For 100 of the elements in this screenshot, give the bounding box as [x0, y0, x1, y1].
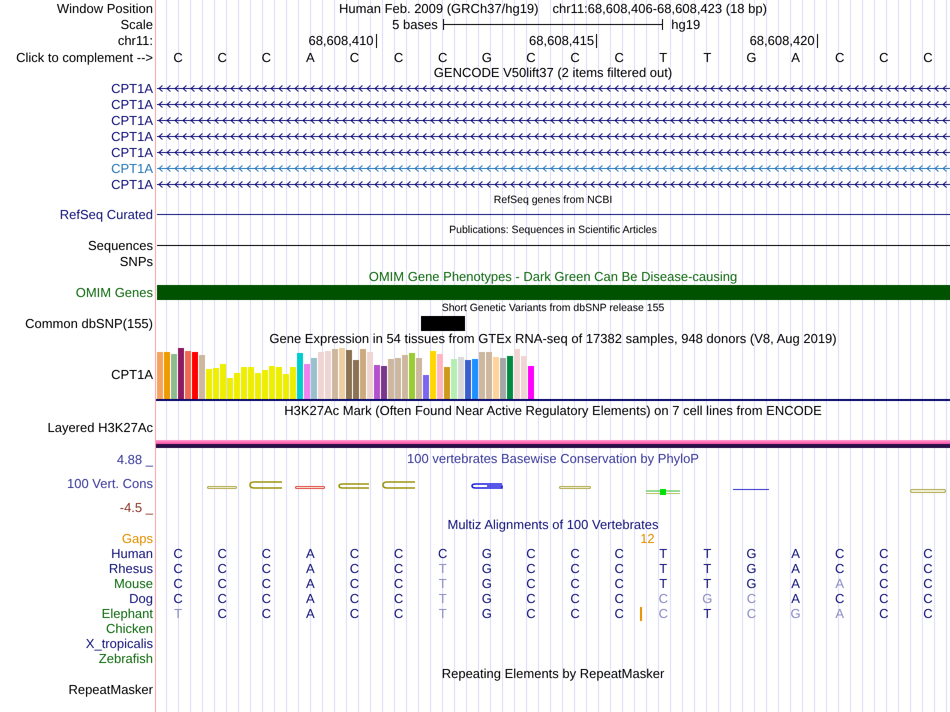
conservation-mark-icon	[338, 483, 370, 489]
track-label[interactable]: SNPs	[120, 254, 153, 268]
aligned-base: A	[306, 546, 315, 561]
aligned-base: A	[835, 606, 844, 621]
track-label[interactable]: Sequences	[88, 238, 153, 253]
species-label: Human	[111, 546, 153, 561]
track-title: 100 vertebrates Basewise Conservation by PhyloP	[407, 452, 699, 466]
base-letter: C	[262, 50, 271, 64]
aligned-base: C	[173, 546, 183, 561]
aligned-base: C	[217, 591, 227, 606]
base-letter: C	[350, 50, 360, 64]
aligned-base: C	[217, 561, 227, 576]
aligned-base: G	[482, 561, 492, 576]
track-label[interactable]: CPT1A	[111, 367, 153, 382]
window-position-label: Window Position	[56, 0, 153, 16]
gene-label[interactable]: CPT1A	[111, 176, 153, 192]
gene-label[interactable]: CPT1A	[111, 144, 153, 160]
aligned-base: C	[350, 546, 360, 561]
base-letter: A	[306, 50, 315, 64]
aligned-base: C	[394, 561, 404, 576]
aligned-base: C	[526, 561, 536, 576]
gap-label: Gaps	[122, 531, 153, 546]
aligned-base: C	[526, 546, 536, 561]
track-title: H3K27Ac Mark (Often Found Near Active Regulatory Elements) on 7 cell lines from ENCODE	[284, 404, 822, 418]
aligned-base: C	[394, 591, 404, 606]
aligned-base: A	[791, 576, 800, 591]
aligned-base: C	[570, 576, 580, 591]
aligned-base: C	[614, 561, 624, 576]
conservation-mark-icon	[470, 483, 503, 489]
track-label[interactable]: Layered H3K27Ac	[47, 420, 153, 435]
aligned-base: T	[438, 576, 447, 591]
aligned-base: T	[438, 591, 447, 606]
base-letter: C	[923, 50, 933, 64]
aligned-base: C	[614, 576, 624, 591]
track-label[interactable]: RepeatMasker	[68, 682, 153, 697]
aligned-base: G	[746, 576, 757, 591]
complement-link[interactable]: Click to complement -->	[16, 50, 153, 64]
axis-max-label: 4.88 _	[116, 452, 153, 467]
conservation-mark-icon	[910, 489, 946, 493]
base-letter: G	[482, 50, 492, 64]
base-letter: C	[835, 50, 844, 64]
track-label[interactable]: OMIM Genes	[76, 285, 153, 300]
track-title: Repeating Elements by RepeatMasker	[442, 667, 664, 681]
axis-min-label: -4.5 _	[120, 500, 153, 515]
chromosome-label: chr11:	[118, 33, 153, 48]
species-label: Chicken	[106, 621, 153, 636]
aligned-base: C	[394, 546, 404, 561]
aligned-base: C	[526, 606, 536, 621]
aligned-base: G	[482, 606, 492, 621]
aligned-base: A	[306, 561, 315, 576]
base-letter: C	[438, 50, 448, 64]
aligned-base: C	[879, 606, 888, 621]
aligned-base: C	[614, 546, 624, 561]
species-label: X_tropicalis	[86, 636, 153, 651]
aligned-base: C	[614, 591, 624, 606]
assembly-name: Human Feb. 2009 (GRCh37/hg19)	[339, 0, 538, 16]
track-label[interactable]: Common dbSNP(155)	[25, 316, 153, 331]
species-label: Zebrafish	[98, 651, 153, 666]
aligned-base: C	[262, 576, 271, 591]
aligned-base: C	[658, 606, 668, 621]
species-label: Mouse	[114, 576, 153, 591]
gene-label[interactable]: CPT1A	[111, 112, 153, 128]
base-letter: C	[173, 50, 183, 64]
aligned-base: C	[835, 561, 844, 576]
gene-label[interactable]: CPT1A	[111, 96, 153, 112]
species-label: Dog	[129, 591, 153, 606]
gene-label[interactable]: CPT1A	[111, 128, 153, 144]
track-title: RefSeq genes from NCBI	[494, 192, 612, 206]
base-letter: C	[526, 50, 536, 64]
base-letter: T	[703, 50, 712, 64]
aligned-base: T	[659, 561, 668, 576]
aligned-base: C	[835, 591, 844, 606]
aligned-base: C	[570, 546, 580, 561]
gene-label[interactable]: CPT1A	[111, 160, 153, 176]
base-letter: A	[791, 50, 800, 64]
aligned-base: C	[923, 606, 933, 621]
aligned-base: T	[703, 546, 712, 561]
aligned-base: A	[791, 561, 800, 576]
aligned-base: T	[703, 576, 712, 591]
gene-label[interactable]: CPT1A	[111, 80, 153, 96]
conservation-mark-icon	[382, 481, 416, 489]
aligned-base: G	[482, 576, 492, 591]
snp-variant-block[interactable]	[420, 316, 465, 331]
aligned-base: A	[306, 591, 315, 606]
aligned-base: G	[746, 561, 757, 576]
track-label[interactable]: RefSeq Curated	[60, 207, 153, 222]
species-label: Rhesus	[108, 561, 153, 576]
aligned-base: C	[879, 591, 888, 606]
aligned-base: C	[879, 561, 888, 576]
track-label[interactable]: 100 Vert. Cons	[67, 476, 153, 491]
aligned-base: C	[923, 546, 933, 561]
conservation-mark-icon	[295, 486, 326, 489]
aligned-base: C	[350, 591, 360, 606]
aligned-base: C	[923, 591, 933, 606]
aligned-base: T	[703, 561, 712, 576]
aligned-base: C	[923, 576, 933, 591]
base-letter: C	[570, 50, 580, 64]
aligned-base: G	[482, 546, 492, 561]
aligned-base: T	[174, 606, 182, 621]
aligned-base: C	[262, 546, 271, 561]
